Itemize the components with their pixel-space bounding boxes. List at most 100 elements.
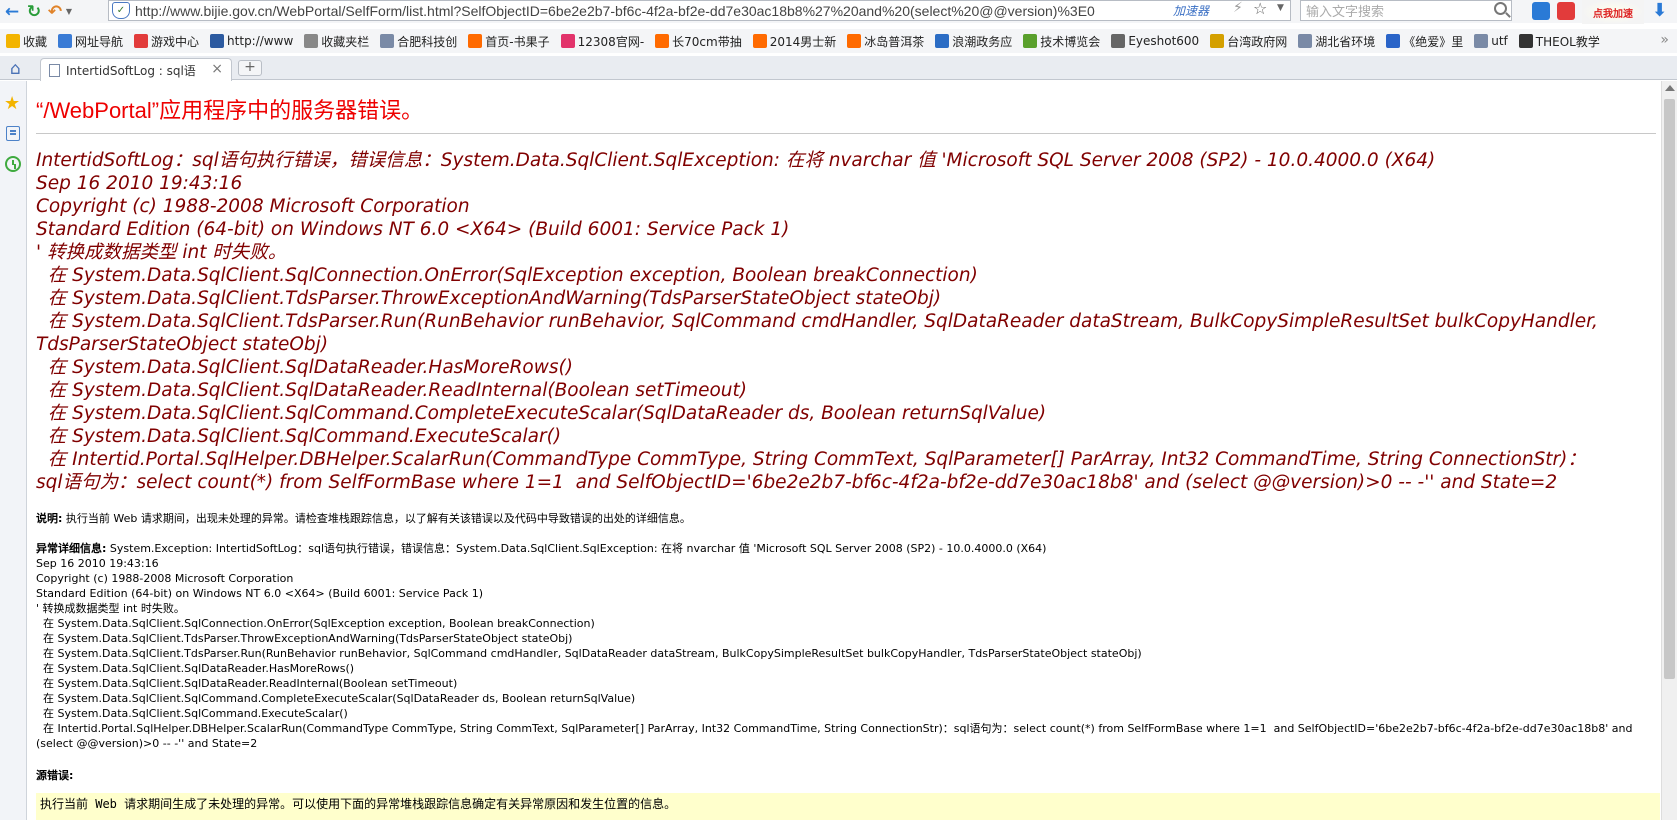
bookmark-label: 首页-书果子 <box>485 34 550 49</box>
source-error-box: 执行当前 Web 请求期间生成了未处理的异常。可以使用下面的异常堆栈跟踪信息确定… <box>36 793 1660 820</box>
bookmark-label: 游戏中心 <box>151 34 200 49</box>
history-clock-icon[interactable] <box>5 156 21 172</box>
speedup-button[interactable]: 点我加速 <box>1582 0 1644 24</box>
bookmark-item[interactable]: 12308官网- <box>560 33 645 50</box>
page-icon <box>49 63 60 77</box>
bookmark-item[interactable]: 2014男士新 <box>752 33 836 50</box>
flag-icon <box>1210 34 1225 48</box>
tab-close-icon[interactable]: × <box>211 61 223 77</box>
bookmark-label: Eyeshot600 <box>1128 34 1200 48</box>
address-toolbar: ← ↻ ↶ ▼ ✓ http://www.bijie.gov.cn/WebPor… <box>0 0 1677 24</box>
bookmark-label: 浪潮政务应 <box>952 34 1013 49</box>
wave-icon <box>935 34 950 48</box>
bookmark-label: 台湾政府网 <box>1227 34 1288 49</box>
folder-icon <box>304 34 319 48</box>
bookmark-label: THEOL教学 <box>1535 34 1600 49</box>
favorites-star-icon[interactable]: ★ <box>4 93 20 114</box>
address-bar[interactable]: ✓ http://www.bijie.gov.cn/WebPortal/Self… <box>108 0 1291 21</box>
exception-text: System.Exception: IntertidSoftLog：sql语句执… <box>36 542 1633 750</box>
bookmark-item[interactable]: 技术博览会 <box>1023 33 1100 50</box>
search-box[interactable] <box>1300 0 1512 22</box>
search-engine-icon[interactable] <box>1532 2 1550 20</box>
bookmark-label: 技术博览会 <box>1040 34 1101 49</box>
bookmark-label: 网址导航 <box>75 34 124 49</box>
vertical-scrollbar[interactable] <box>1661 81 1677 820</box>
scroll-up-arrow-icon[interactable] <box>1665 85 1675 91</box>
security-shield-icon: ✓ <box>112 2 130 19</box>
url-dropdown-icon[interactable]: ▼ <box>1277 3 1284 13</box>
bookmark-item[interactable]: 网址导航 <box>58 33 123 50</box>
home-icon[interactable]: ⌂ <box>10 59 21 79</box>
bookmark-item[interactable]: Eyeshot600 <box>1111 34 1199 48</box>
bookmark-item[interactable]: 合肥科技创 <box>380 33 457 50</box>
theol-icon <box>1518 34 1533 48</box>
favorite-star-icon[interactable]: ☆ <box>1253 0 1267 18</box>
error-message: IntertidSoftLog：sql语句执行错误，错误信息：System.Da… <box>36 150 1598 493</box>
bookmark-label: 收藏 <box>23 34 48 49</box>
refresh-button[interactable]: ↻ <box>24 2 44 22</box>
new-tab-button[interactable]: + <box>238 60 262 76</box>
bookmark-label: 合肥科技创 <box>397 34 458 49</box>
exception-label: 异常详细信息: <box>36 542 107 555</box>
bookmark-label: 长70cm带抽 <box>672 34 742 49</box>
download-icon[interactable]: ⬇ <box>1652 0 1667 21</box>
tab-title: IntertidSoftLog : sql语 <box>66 63 196 78</box>
mail-icon[interactable] <box>1557 2 1575 20</box>
bookmark-item[interactable]: 游戏中心 <box>134 33 199 50</box>
description: 说明: 执行当前 Web 请求期间，出现未处理的异常。请检查堆栈跟踪信息，以了解… <box>36 511 1660 526</box>
page-title: “/WebPortal”应用程序中的服务器错误。 <box>36 98 424 123</box>
undo-dropdown-icon[interactable]: ▼ <box>64 7 74 16</box>
game-icon <box>134 34 149 48</box>
taobao-icon <box>468 34 483 48</box>
bookmark-label: 湖北省环境 <box>1315 34 1376 49</box>
accelerator-button[interactable]: 加速器 <box>1173 2 1209 19</box>
bookmark-label: http://www <box>227 34 294 48</box>
undo-close-tab-button[interactable]: ↶ <box>46 2 64 22</box>
bookmark-item[interactable]: utf <box>1474 34 1508 48</box>
page-icon <box>1298 34 1313 48</box>
bookmark-item[interactable]: 收藏夹栏 <box>304 33 369 50</box>
page-icon <box>380 34 395 48</box>
bookmark-item[interactable]: 湖北省环境 <box>1298 33 1375 50</box>
bus-icon <box>560 34 575 48</box>
reading-list-icon[interactable] <box>6 126 20 141</box>
sidebar: ★ <box>0 81 27 820</box>
bookmark-label: 冰岛普洱茶 <box>864 34 925 49</box>
bookmark-item[interactable]: http://www <box>210 34 293 48</box>
description-text: 执行当前 Web 请求期间，出现未处理的异常。请检查堆栈跟踪信息，以了解有关该错… <box>62 512 691 525</box>
globe-icon <box>58 34 73 48</box>
paw-icon <box>1386 34 1401 48</box>
star-icon <box>6 34 20 48</box>
bookmark-item[interactable]: 《绝爱》里 <box>1386 33 1463 50</box>
exception-details: 异常详细信息: System.Exception: IntertidSoftLo… <box>36 541 1660 751</box>
bookmark-item[interactable]: 浪潮政务应 <box>935 33 1012 50</box>
page-content: “/WebPortal”应用程序中的服务器错误。 IntertidSoftLog… <box>28 81 1660 820</box>
bookmark-item[interactable]: 长70cm带抽 <box>655 33 742 50</box>
bookmark-item[interactable]: 台湾政府网 <box>1210 33 1287 50</box>
tab-active[interactable]: IntertidSoftLog : sql语 × <box>40 58 232 81</box>
taobao-icon <box>752 34 767 48</box>
bookmark-item[interactable]: 收藏 <box>6 33 47 50</box>
description-label: 说明: <box>36 512 63 525</box>
bookmark-item[interactable]: 首页-书果子 <box>468 33 550 50</box>
leaf-icon <box>1023 34 1038 48</box>
bookmark-label: 12308官网- <box>577 34 645 49</box>
lightning-icon[interactable]: ⚡ <box>1233 0 1243 16</box>
back-button[interactable]: ← <box>2 2 22 22</box>
search-icon[interactable] <box>1494 2 1507 15</box>
bookmark-label: 《绝爱》里 <box>1403 34 1464 49</box>
gear-icon <box>1111 34 1126 48</box>
bookmark-item[interactable]: THEOL教学 <box>1518 33 1600 50</box>
bookmarks-more-icon[interactable]: » <box>1660 32 1669 48</box>
taobao-icon <box>847 34 862 48</box>
bookmark-label: 收藏夹栏 <box>321 34 370 49</box>
source-error-label: 源错误: <box>36 769 74 782</box>
search-input[interactable] <box>1301 3 1481 22</box>
page-icon <box>1474 34 1489 48</box>
bookmark-item[interactable]: 冰岛普洱茶 <box>847 33 924 50</box>
divider <box>36 133 1656 134</box>
source-error-text: 执行当前 Web 请求期间生成了未处理的异常。可以使用下面的异常堆栈跟踪信息确定… <box>40 797 677 811</box>
url-text[interactable]: http://www.bijie.gov.cn/WebPortal/SelfFo… <box>135 3 1175 19</box>
scrollbar-thumb[interactable] <box>1664 99 1675 679</box>
bookmarks-bar: 收藏 网址导航 游戏中心 http://www 收藏夹栏 合肥科技创 首页-书果子 12308… <box>0 29 1677 53</box>
